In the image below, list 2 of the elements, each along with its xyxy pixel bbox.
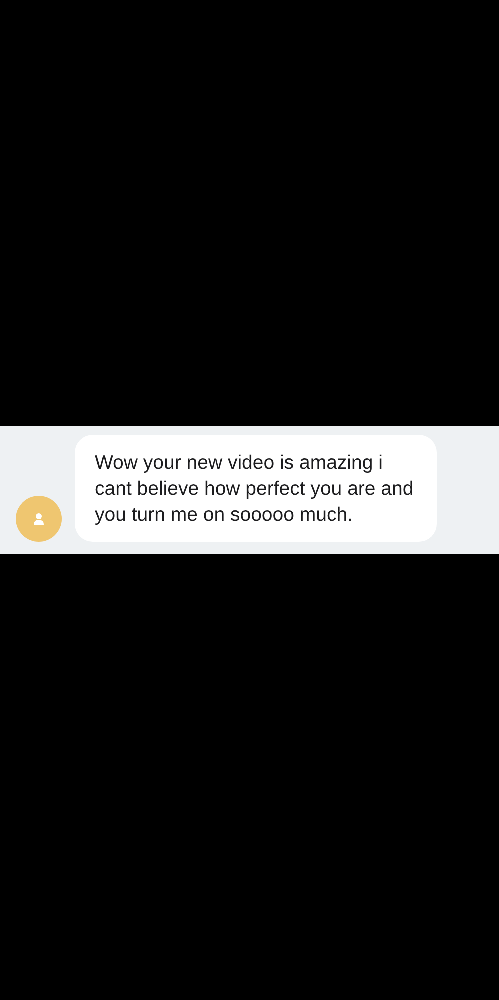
person-icon bbox=[34, 513, 44, 525]
message-bubble: Wow your new video is amazing i cant believe how perfect you are and you turn me on sooooo much. bbox=[75, 435, 437, 542]
